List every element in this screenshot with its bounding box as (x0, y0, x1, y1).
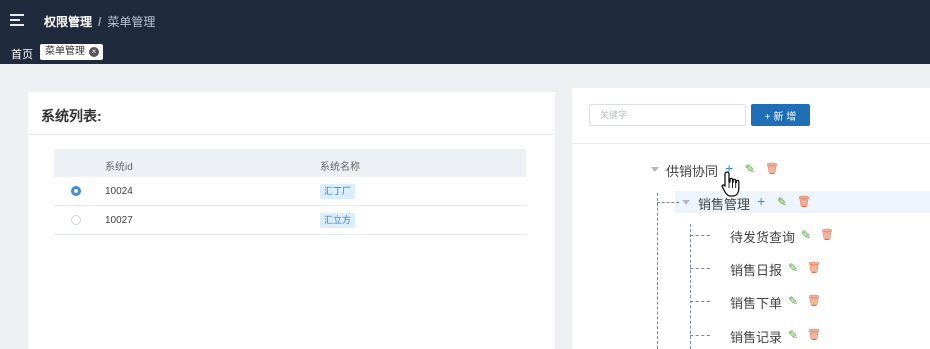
cell-system-id: 10027 (105, 215, 133, 226)
close-icon[interactable]: × (89, 47, 99, 57)
tree-node-label[interactable]: 供销协同 (666, 161, 718, 180)
add-icon[interactable]: + (725, 161, 733, 175)
breadcrumb-separator: / (98, 15, 102, 29)
column-header-system-id: 系统id (105, 162, 133, 173)
menu-toggle-icon[interactable] (10, 12, 26, 28)
delete-icon[interactable]: 🗑 (820, 229, 834, 241)
tree-leaf-label[interactable]: 销售记录 (730, 327, 782, 346)
edit-icon[interactable]: ✎ (788, 295, 798, 307)
tree-leaf-label[interactable]: 待发货查询 (730, 227, 795, 246)
edit-icon[interactable]: ✎ (777, 196, 787, 208)
column-header-system-name: 系统名称 (320, 162, 360, 173)
tree-guide-line (690, 235, 710, 236)
tree-leaf-label[interactable]: 销售日报 (730, 260, 782, 279)
system-table: 系统id 系统名称 10024 汇丁厂 10027 汇立方 (54, 149, 526, 235)
tree-guide-line (657, 193, 658, 349)
table-row[interactable]: 10024 汇丁厂 (54, 177, 526, 206)
edit-icon[interactable]: ✎ (788, 329, 798, 341)
tree-guide-line (690, 301, 710, 302)
edit-icon[interactable]: ✎ (788, 262, 798, 274)
tree-guide-line (690, 268, 710, 269)
tree-leaf-label[interactable]: 销售下单 (730, 293, 782, 312)
top-header: 权限管理 / 菜单管理 首页 菜单管理 × (0, 0, 930, 64)
edit-icon[interactable]: ✎ (745, 163, 755, 175)
card-divider (28, 134, 555, 135)
row-radio[interactable] (71, 215, 81, 225)
caret-down-icon[interactable] (682, 200, 690, 205)
panel-divider (572, 143, 930, 144)
keyword-search-input[interactable] (589, 104, 746, 126)
add-button[interactable]: + 新 增 (751, 104, 810, 126)
cell-system-name-tag: 汇立方 (320, 213, 356, 228)
delete-icon[interactable]: 🗑 (807, 262, 821, 274)
row-radio-selected[interactable] (71, 186, 81, 196)
breadcrumb-item-menu: 菜单管理 (107, 15, 156, 29)
delete-icon[interactable]: 🗑 (807, 295, 821, 307)
caret-down-icon[interactable] (651, 167, 659, 172)
tree-node-label[interactable]: 销售管理 (698, 194, 750, 213)
tree-guide-line (690, 224, 691, 349)
delete-icon[interactable]: 🗑 (765, 163, 779, 175)
system-list-card: 系统列表: 系统id 系统名称 10024 汇丁厂 10027 汇立方 (28, 92, 555, 349)
table-header: 系统id 系统名称 (54, 149, 526, 177)
table-row[interactable]: 10027 汇立方 (54, 206, 526, 235)
delete-icon[interactable]: 🗑 (807, 329, 821, 341)
breadcrumb: 权限管理 / 菜单管理 (44, 13, 155, 30)
breadcrumb-item-permission[interactable]: 权限管理 (44, 15, 92, 29)
delete-icon[interactable]: 🗑 (797, 196, 811, 208)
cell-system-id: 10024 (105, 186, 133, 197)
edit-icon[interactable]: ✎ (801, 229, 811, 241)
add-icon[interactable]: + (757, 194, 765, 208)
cell-system-name-tag: 汇丁厂 (320, 184, 356, 199)
tag-menu-management[interactable]: 菜单管理 × (40, 44, 103, 60)
tag-menu-management-label: 菜单管理 (45, 46, 85, 57)
system-list-title: 系统列表: (41, 108, 102, 124)
tag-home[interactable]: 首页 (11, 46, 33, 62)
tree-guide-line (690, 335, 710, 336)
tab-tags-bar: 首页 菜单管理 × (0, 40, 930, 64)
tree-guide-line (657, 202, 679, 203)
